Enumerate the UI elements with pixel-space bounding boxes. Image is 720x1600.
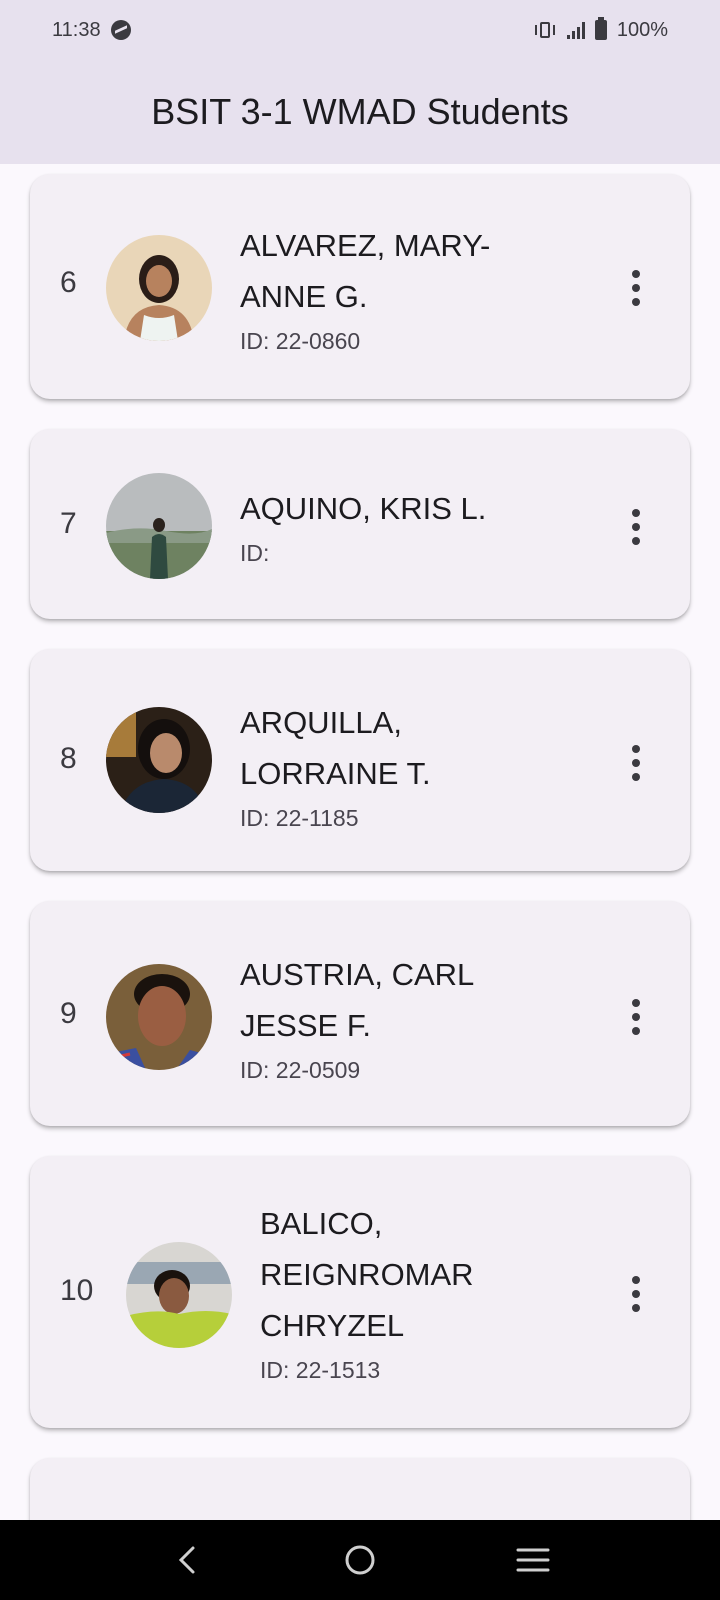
home-button[interactable] [330,1530,390,1590]
more-options-icon[interactable] [626,1276,646,1312]
back-button[interactable] [157,1530,217,1590]
student-name: AUSTRIA, CARL JESSE F. [240,957,475,1043]
app-bar: BSIT 3-1 WMAD Students [0,60,720,164]
messenger-icon [110,20,131,40]
student-avatar [126,1242,232,1348]
student-card[interactable] [30,1458,690,1520]
student-card[interactable]: 7 AQUINO, KRIS L. ID: [30,429,690,619]
student-name: ALVAREZ, MARY- ANNE G. [240,228,491,314]
student-avatar [106,235,212,341]
signal-icon [566,21,585,39]
student-avatar [106,707,212,813]
student-avatar [106,964,212,1070]
student-number: 8 [60,742,77,775]
recents-button[interactable] [503,1530,563,1590]
student-avatar [106,473,212,579]
student-card[interactable]: 6 ALVAREZ, MARY- ANNE G. ID: 22-0860 [30,174,690,399]
menu-icon [516,1548,550,1572]
student-name: AQUINO, KRIS L. [240,491,487,526]
student-card[interactable]: 9 AUSTRIA, CARL JESSE F. ID: 22-0509 [30,901,690,1126]
navigation-bar [0,1520,720,1600]
clock: 11:38 [52,18,101,41]
more-options-icon[interactable] [626,509,646,545]
student-number: 9 [60,997,77,1030]
student-name: BALICO, REIGNROMAR CHRYZEL [260,1206,474,1343]
more-options-icon[interactable] [626,270,646,306]
student-name: ARQUILLA, LORRAINE T. [240,705,431,791]
student-number: 7 [60,507,77,540]
battery-icon [594,17,607,40]
student-id: ID: 22-0509 [240,1057,361,1083]
status-bar: 11:38 100% [0,0,720,60]
back-icon [178,1546,195,1574]
home-icon [345,1545,375,1575]
student-number: 10 [60,1274,94,1307]
more-options-icon[interactable] [626,745,646,781]
student-id: ID: 22-0860 [240,328,361,354]
page-title: BSIT 3-1 WMAD Students [151,91,569,132]
student-number: 6 [60,266,77,299]
student-card[interactable]: 8 ARQUILLA, LORRAINE T. ID: 22-1185 [30,649,690,871]
student-id: ID: 22-1513 [260,1357,381,1383]
student-card[interactable]: 10 BALICO, REIGNROMAR CHRYZEL ID: 22-151… [30,1156,690,1428]
more-options-icon[interactable] [626,999,646,1035]
student-list[interactable]: 6 ALVAREZ, MARY- ANNE G. ID: 22-0860 7 A… [0,164,720,1520]
student-id: ID: [240,540,270,566]
student-id: ID: 22-1185 [240,805,359,831]
vibrate-icon [533,21,557,39]
battery-level: 100% [616,18,668,41]
